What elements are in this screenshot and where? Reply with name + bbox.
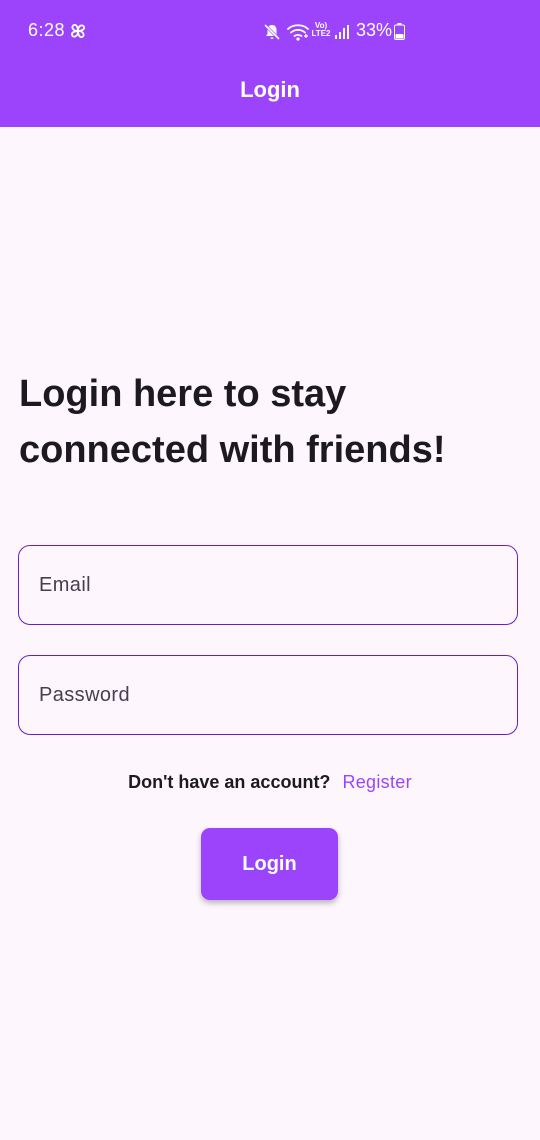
register-prompt: Don't have an account? [128, 772, 331, 792]
register-link[interactable]: Register [342, 772, 411, 792]
signal-icon [335, 25, 349, 39]
wifi-icon [287, 24, 309, 41]
app-bar: Login [0, 60, 540, 127]
password-input[interactable] [19, 656, 517, 734]
page-heading: Login here to stay connected with friend… [19, 373, 446, 471]
pinwheel-icon [70, 23, 86, 39]
password-field[interactable] [18, 655, 518, 735]
app-bar-title: Login [240, 77, 300, 102]
email-field[interactable] [18, 545, 518, 625]
login-button[interactable]: Login [201, 828, 338, 900]
email-input[interactable] [19, 546, 517, 624]
battery-percentage: 33% [356, 20, 393, 40]
network-type-text: Vo) LTE2 [311, 21, 331, 38]
mute-icon [263, 23, 281, 41]
network-type-label: Vo) LTE2 [311, 22, 331, 38]
status-bar: 6:28 Vo) LTE2 33% [0, 0, 540, 60]
battery-icon [394, 23, 405, 40]
register-row: Don't have an account? Register [0, 772, 540, 793]
status-time: 6:28 [28, 20, 66, 40]
